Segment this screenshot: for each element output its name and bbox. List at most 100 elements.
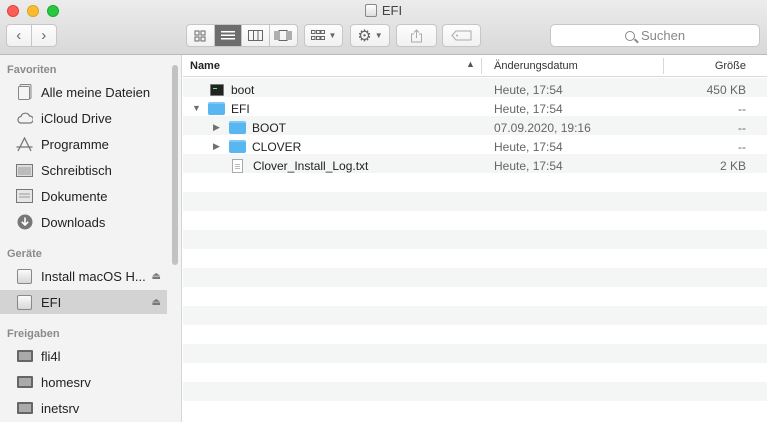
- sidebar-item-efi[interactable]: EFI ⏏: [0, 290, 167, 314]
- empty-row: [183, 173, 767, 192]
- file-date-cell: Heute, 17:54: [494, 158, 563, 173]
- sidebar-item-all-files[interactable]: Alle meine Dateien: [0, 80, 167, 104]
- sidebar-item-documents[interactable]: Dokumente: [0, 184, 167, 208]
- column-header-name[interactable]: Name: [190, 55, 480, 77]
- sidebar-item-label: inetsrv: [41, 400, 80, 416]
- empty-row: [183, 363, 767, 382]
- monitor-icon: [16, 400, 33, 416]
- downloads-icon: [16, 214, 33, 230]
- disclosure-expanded-icon[interactable]: ▼: [192, 103, 201, 113]
- empty-row: [183, 268, 767, 287]
- sidebar-item-label: EFI: [41, 294, 62, 310]
- sidebar-item-icloud-drive[interactable]: iCloud Drive: [0, 106, 167, 130]
- desktop-icon: [16, 162, 33, 178]
- column-divider[interactable]: [481, 58, 482, 74]
- list-header: Name ▲ Änderungsdatum Größe: [183, 55, 767, 77]
- file-date-cell: Heute, 17:54: [494, 139, 563, 154]
- search-icon: [624, 30, 635, 41]
- sidebar-item-downloads[interactable]: Downloads: [0, 210, 167, 234]
- shared-header: Freigaben: [7, 328, 60, 340]
- chevron-down-icon: ▼: [328, 31, 337, 40]
- file-size-cell: 450 KB: [706, 82, 746, 97]
- file-date-cell: Heute, 17:54: [494, 82, 563, 97]
- view-mode-control: [186, 24, 298, 47]
- empty-row: [183, 249, 767, 268]
- sidebar-item-fli4l[interactable]: fli4l: [0, 344, 167, 368]
- forward-button[interactable]: ›: [32, 25, 56, 46]
- chevron-down-icon: ▼: [374, 31, 383, 40]
- sidebar-item-label: Install macOS H...: [41, 268, 146, 284]
- tag-icon: [450, 30, 471, 41]
- file-date-cell: 07.09.2020, 19:16: [494, 120, 591, 135]
- window-title: EFI: [0, 3, 767, 18]
- drive-icon: [364, 4, 377, 17]
- empty-row: [183, 325, 767, 344]
- columns-icon: [247, 30, 263, 41]
- empty-row: [183, 382, 767, 401]
- file-name-cell: Clover_Install_Log.txt: [232, 156, 368, 175]
- sidebar-item-homesrv[interactable]: homesrv: [0, 370, 167, 394]
- file-size-cell: 2 KB: [719, 158, 746, 173]
- cloud-icon: [16, 110, 33, 126]
- empty-row: [183, 192, 767, 211]
- applications-icon: [16, 136, 33, 152]
- sort-ascending-icon: ▲: [466, 59, 475, 69]
- disclosure-collapsed-icon[interactable]: ▶: [213, 141, 220, 152]
- chevron-left-icon: ‹: [16, 27, 22, 44]
- file-name-cell: EFI: [208, 99, 250, 118]
- sidebar-item-applications[interactable]: Programme: [0, 132, 167, 156]
- action-menu-button[interactable]: ⚙ ▼: [350, 24, 390, 47]
- cover-flow-view-button[interactable]: [270, 25, 297, 46]
- documents-icon: [16, 188, 33, 204]
- share-button[interactable]: [396, 24, 437, 47]
- back-forward-control: ‹ ›: [6, 24, 57, 47]
- file-list: Name ▲ Änderungsdatum Größe boot Heute, …: [183, 55, 767, 422]
- column-header-size[interactable]: Größe: [663, 55, 746, 77]
- share-icon: [411, 28, 422, 42]
- group-by-button[interactable]: ▼: [304, 24, 343, 47]
- sidebar-item-label: Alle meine Dateien: [41, 84, 151, 100]
- list-icon: [220, 31, 235, 40]
- sidebar-scrollbar[interactable]: [172, 65, 178, 265]
- list-view-button[interactable]: [214, 25, 242, 46]
- file-size-cell: --: [738, 101, 746, 116]
- sidebar-item-label: Schreibtisch: [41, 162, 112, 178]
- tags-button[interactable]: [442, 24, 481, 47]
- sidebar-item-desktop[interactable]: Schreibtisch: [0, 158, 167, 182]
- file-name-cell: CLOVER: [229, 137, 301, 156]
- gear-icon: ⚙: [357, 27, 372, 45]
- disclosure-collapsed-icon[interactable]: ▶: [213, 122, 220, 133]
- empty-row: [183, 344, 767, 363]
- icon-grid-icon: [194, 30, 206, 41]
- empty-row: [183, 211, 767, 230]
- icon-view-button[interactable]: [187, 25, 215, 46]
- empty-row: [183, 230, 767, 249]
- devices-header: Geräte: [7, 248, 42, 260]
- column-view-button[interactable]: [242, 25, 270, 46]
- sidebar-item-label: Dokumente: [41, 188, 108, 204]
- sidebar-item-label: homesrv: [41, 374, 91, 390]
- sidebar-item-label: iCloud Drive: [41, 110, 112, 126]
- group-grid-icon: [310, 30, 325, 40]
- eject-icon[interactable]: ⏏: [152, 297, 161, 308]
- column-header-date[interactable]: Änderungsdatum: [494, 55, 578, 77]
- file-size-cell: --: [738, 120, 746, 135]
- text-file-icon: [232, 158, 243, 173]
- file-size-cell: --: [738, 139, 746, 154]
- sidebar-item-inetsrv[interactable]: inetsrv: [0, 396, 167, 420]
- drive-icon: [16, 268, 33, 284]
- all-files-icon: [16, 84, 33, 100]
- sidebar-item-install-macos[interactable]: Install macOS H... ⏏: [0, 264, 167, 288]
- file-name-cell: BOOT: [229, 118, 286, 137]
- back-button[interactable]: ‹: [7, 25, 32, 46]
- terminal-file-icon: [210, 83, 224, 96]
- drive-icon: [16, 294, 33, 310]
- file-name-cell: boot: [210, 80, 254, 99]
- folder-icon: [208, 102, 225, 115]
- eject-icon[interactable]: ⏏: [152, 271, 161, 282]
- empty-row: [183, 306, 767, 325]
- sidebar-item-label: Downloads: [41, 214, 106, 230]
- search-field[interactable]: Suchen: [550, 24, 760, 47]
- folder-icon: [229, 140, 246, 153]
- sidebar-item-label: Programme: [41, 136, 109, 152]
